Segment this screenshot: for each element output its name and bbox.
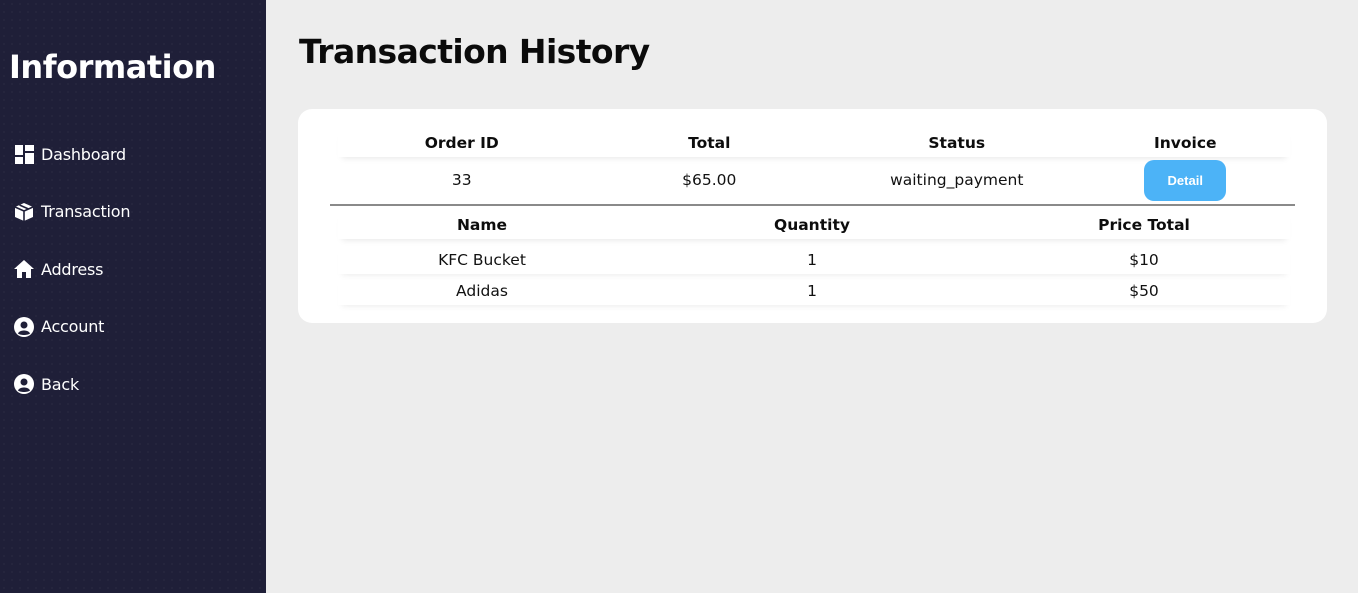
column-header-order-id: Order ID <box>424 134 499 152</box>
item-quantity: 1 <box>807 251 817 269</box>
column-header-invoice: Invoice <box>1153 134 1217 152</box>
sidebar-nav: Dashboard Transaction Address Account Ba… <box>14 142 131 430</box>
table-row: Adidas 1 $50 <box>338 277 1290 305</box>
user-circle-icon <box>14 374 34 394</box>
order-id-value: 33 <box>451 171 472 189</box>
items-table-header: Name Quantity Price Total <box>338 211 1290 239</box>
item-price-total: $10 <box>1129 251 1159 269</box>
user-circle-icon <box>14 316 34 337</box>
column-header-quantity: Quantity <box>774 216 850 234</box>
order-total-value: $65.00 <box>682 171 737 189</box>
column-header-name: Name <box>456 216 508 234</box>
transaction-card: Order ID Total Status Invoice 33 $65.00 … <box>298 109 1327 323</box>
sidebar-item-label: Transaction <box>41 202 131 221</box>
column-header-status: Status <box>928 134 986 152</box>
sidebar-item-back[interactable]: Back <box>14 372 130 396</box>
column-header-price-total: Price Total <box>1098 216 1190 234</box>
sidebar-item-account[interactable]: Account <box>14 315 130 339</box>
sidebar-item-label: Account <box>41 317 105 336</box>
home-icon <box>14 259 34 279</box>
table-row: KFC Bucket 1 $10 <box>338 246 1290 274</box>
sidebar-item-label: Dashboard <box>41 144 127 164</box>
box-icon <box>14 202 34 222</box>
dashboard-icon <box>14 144 34 164</box>
item-quantity: 1 <box>807 282 817 300</box>
sidebar-title: Information <box>9 48 216 86</box>
item-name: KFC Bucket <box>438 251 526 269</box>
sidebar-item-transaction[interactable]: Transaction <box>14 200 131 224</box>
column-header-total: Total <box>688 134 731 152</box>
page-title: Transaction History <box>299 32 650 71</box>
sidebar-item-address[interactable]: Address <box>14 257 130 281</box>
invoice-cell: Detail <box>1081 159 1291 201</box>
main-content: Transaction History Order ID Total Statu… <box>266 0 1358 593</box>
detail-button[interactable]: Detail <box>1144 159 1227 201</box>
sidebar-item-label: Address <box>41 259 104 279</box>
sidebar: Information Dashboard Transaction Addres… <box>0 0 266 593</box>
sidebar-item-label: Back <box>41 374 80 394</box>
table-row: 33 $65.00 waiting_payment Detail <box>338 159 1291 201</box>
item-name: Adidas <box>456 282 508 300</box>
order-status-value: waiting_payment <box>890 171 1024 189</box>
divider <box>330 204 1295 206</box>
sidebar-item-dashboard[interactable]: Dashboard <box>14 142 130 166</box>
item-price-total: $50 <box>1129 282 1159 300</box>
order-table-header: Order ID Total Status Invoice <box>338 129 1290 157</box>
